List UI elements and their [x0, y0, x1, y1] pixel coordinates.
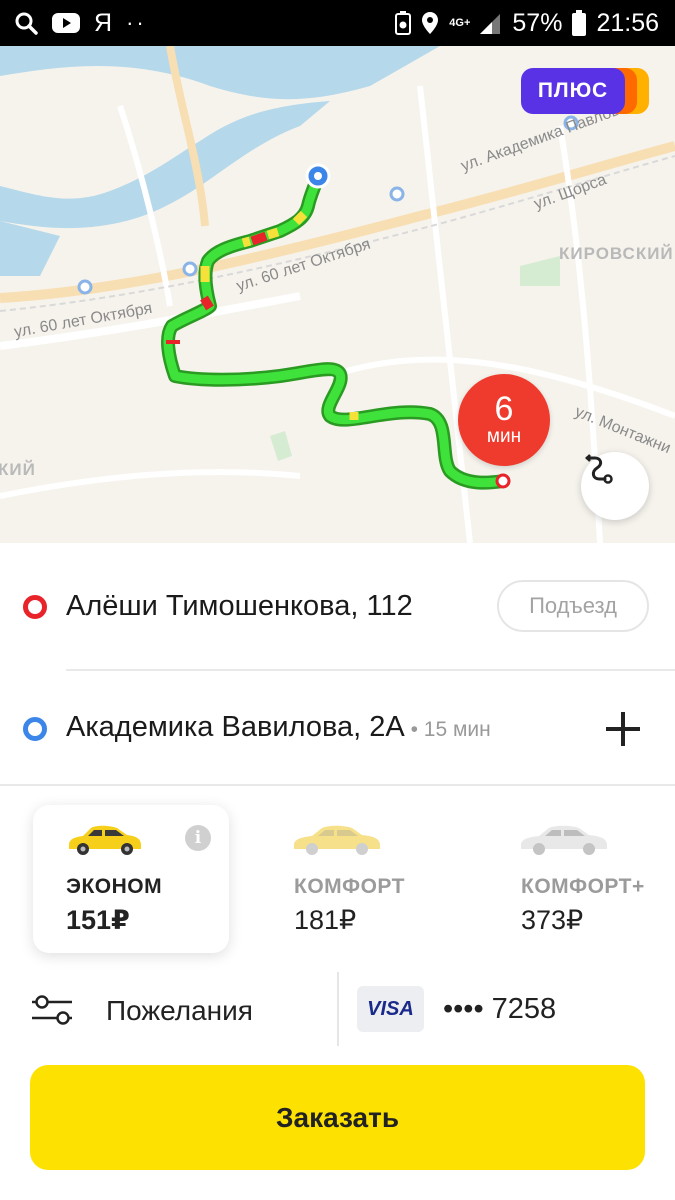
map[interactable]: ул. Академика Павлова ул. Щорса ул. 60 л… [0, 46, 675, 543]
car-comfort-icon [294, 825, 380, 855]
settings-sliders-icon [32, 995, 72, 1025]
clock: 21:56 [596, 8, 659, 37]
tariff-comfort[interactable]: КОМФОРТ 181₽ [260, 805, 440, 953]
destination-dot [23, 717, 47, 741]
visa-card-icon: VISA [357, 986, 424, 1032]
eta-unit: мин [486, 426, 522, 447]
notification-dots: ·· [126, 10, 147, 35]
eta-bubble: 6 мин [458, 374, 550, 466]
location-icon [422, 12, 439, 34]
plus-badge-label: ПЛЮС [521, 68, 625, 114]
route-overview-button[interactable] [581, 452, 649, 520]
tariff-price: 151₽ [66, 905, 130, 935]
pickup-address[interactable]: Алёши Тимошенкова, 112 [66, 590, 413, 623]
car-econom-icon [69, 825, 141, 855]
destination-address[interactable]: Академика Вавилова, 2А • 15 мин [66, 711, 491, 744]
plus-badge[interactable]: ПЛЮС [521, 68, 649, 114]
battery-saver-icon [395, 11, 412, 35]
tariff-price: 373₽ [521, 905, 584, 935]
route-icon [585, 454, 613, 484]
district-label: КИЙ [0, 460, 36, 479]
payment-method-button[interactable]: VISA •••• 7258 [357, 986, 577, 1034]
tariff-name: ЭКОНОМ [66, 875, 163, 898]
destination-address-text: Академика Вавилова, 2А [66, 711, 405, 743]
search-icon [15, 12, 38, 35]
tariff-name: КОМФОРТ [294, 875, 405, 898]
wishes-button[interactable]: Пожелания [30, 985, 330, 1037]
network-type: 4G+ [449, 16, 471, 29]
district-label: КИРОВСКИЙ [559, 244, 674, 263]
battery-percent: 57% [512, 8, 563, 37]
route-line [161, 169, 510, 490]
section-divider [0, 784, 675, 786]
status-bar: Я ·· 4G+ 57% 21:56 [0, 0, 675, 46]
eta-value: 6 [494, 390, 514, 428]
tariff-price: 181₽ [294, 905, 357, 935]
tariff-comfort-plus[interactable]: КОМФОРТ+ 373₽ [487, 805, 675, 953]
wishes-label: Пожелания [106, 995, 253, 1026]
signal-icon [480, 14, 501, 34]
tariff-name: КОМФОРТ+ [521, 875, 645, 898]
order-button[interactable]: Заказать [30, 1065, 645, 1170]
route-end-pin [495, 473, 511, 489]
pickup-dot [23, 595, 47, 619]
battery-icon [572, 10, 587, 36]
tariff-econom[interactable]: i ЭКОНОМ 151₽ [33, 805, 229, 953]
entrance-button[interactable]: Подъезд [497, 580, 649, 632]
options-divider [337, 972, 339, 1046]
youtube-icon [52, 13, 80, 33]
info-icon[interactable]: i [185, 825, 211, 851]
add-stop-icon[interactable] [604, 710, 642, 748]
destination-duration: • 15 мин [404, 718, 491, 741]
car-comfort-plus-icon [521, 825, 607, 855]
address-divider [66, 669, 675, 671]
card-number: •••• 7258 [443, 993, 557, 1025]
yandex-letter: Я [94, 8, 113, 37]
